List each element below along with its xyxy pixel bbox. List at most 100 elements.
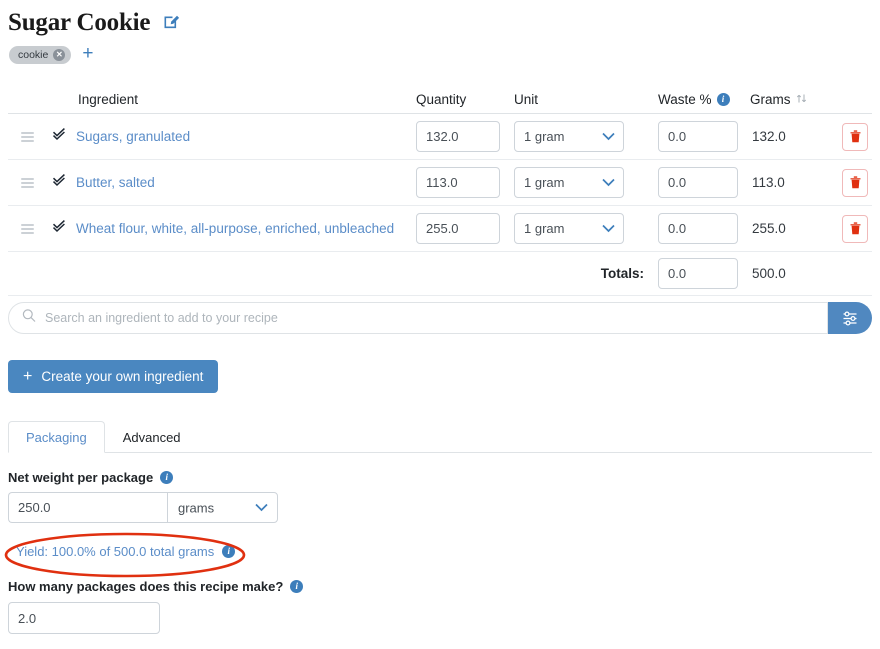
search-box: [8, 302, 828, 334]
drag-handle-icon[interactable]: [20, 131, 34, 142]
tag-row: cookie ✕ +: [9, 44, 93, 65]
search-filter-button[interactable]: [828, 302, 872, 334]
delete-cell: [826, 122, 872, 151]
totals-label: Totals:: [600, 266, 644, 281]
grams-value: 255.0: [752, 221, 786, 236]
trash-icon: [850, 130, 860, 143]
verified-cell: [46, 219, 72, 239]
totals-grams-value: 500.0: [752, 266, 786, 281]
packaging-panel: Net weight per package i grams Yield: 10…: [8, 470, 872, 634]
table-row: Butter, salted 113.0: [8, 160, 872, 206]
verified-cell: [46, 127, 72, 147]
plus-icon: +: [23, 367, 33, 385]
quantity-cell: [416, 121, 500, 152]
sort-updown-icon[interactable]: [796, 92, 807, 107]
close-icon[interactable]: ✕: [53, 48, 66, 61]
grams-value: 132.0: [752, 129, 786, 144]
table-row: Wheat flour, white, all-purpose, enriche…: [8, 206, 872, 252]
net-weight-group: grams: [8, 492, 278, 523]
packages-label-row: How many packages does this recipe make?…: [8, 579, 872, 594]
column-header-quantity: Quantity: [416, 92, 467, 107]
add-tag-button[interactable]: +: [82, 44, 93, 63]
tag-label: cookie: [18, 48, 49, 61]
recipe-editor-page: Sugar Cookie cookie ✕ + Ingredient Quant…: [0, 0, 880, 649]
unit-cell: [514, 121, 624, 152]
waste-cell: [658, 213, 738, 244]
create-ingredient-button[interactable]: + Create your own ingredient: [8, 360, 219, 393]
yield-line: Yield: 100.0% of 500.0 total grams i: [16, 544, 872, 559]
drag-handle-icon[interactable]: [20, 177, 34, 188]
quantity-input[interactable]: [416, 213, 500, 244]
waste-cell: [658, 121, 738, 152]
delete-cell: [826, 168, 872, 197]
waste-cell: [658, 167, 738, 198]
title-row: Sugar Cookie: [8, 10, 181, 35]
trash-icon: [850, 176, 860, 189]
delete-row-button[interactable]: [842, 168, 868, 197]
tag-chip-cookie[interactable]: cookie ✕: [9, 45, 72, 64]
packages-count-input[interactable]: [8, 602, 160, 634]
double-check-icon: [52, 219, 67, 239]
ingredient-name-cell: Butter, salted: [72, 174, 416, 192]
unit-select[interactable]: [514, 121, 624, 152]
delete-row-button[interactable]: [842, 122, 868, 151]
tab-advanced[interactable]: Advanced: [105, 421, 199, 453]
verified-cell: [46, 173, 72, 193]
chevron-down-icon: [255, 499, 268, 517]
quantity-cell: [416, 167, 500, 198]
table-header-row: Ingredient Quantity Unit Waste % i Grams: [8, 86, 872, 114]
totals-row: Totals: 500.0: [8, 252, 872, 296]
unit-select-value[interactable]: [514, 167, 624, 198]
info-icon[interactable]: i: [716, 93, 730, 106]
net-weight-input[interactable]: [8, 492, 167, 523]
double-check-icon: [52, 127, 67, 147]
column-header-grams[interactable]: Grams: [750, 92, 826, 107]
totals-waste-cell: [658, 258, 738, 289]
page-title: Sugar Cookie: [8, 9, 151, 36]
totals-waste-input[interactable]: [658, 258, 738, 289]
net-weight-label-row: Net weight per package i: [8, 470, 872, 485]
ingredient-link[interactable]: Wheat flour, white, all-purpose, enriche…: [76, 221, 394, 236]
unit-select[interactable]: [514, 213, 624, 244]
double-check-icon: [52, 173, 67, 193]
unit-cell: [514, 213, 624, 244]
drag-handle-cell[interactable]: [8, 223, 46, 234]
quantity-cell: [416, 213, 500, 244]
column-header-waste: Waste % i: [658, 92, 738, 107]
waste-input[interactable]: [658, 213, 738, 244]
pencil-square-icon[interactable]: [162, 11, 181, 35]
net-weight-unit-value: grams: [178, 500, 215, 515]
column-header-grams-label: Grams: [750, 92, 791, 107]
ingredient-link[interactable]: Sugars, granulated: [76, 129, 190, 144]
sliders-icon: [843, 310, 856, 326]
table-row: Sugars, granulated 132.0: [8, 114, 872, 160]
unit-select-value[interactable]: [514, 121, 624, 152]
net-weight-unit-select[interactable]: grams: [167, 492, 278, 523]
drag-handle-cell[interactable]: [8, 131, 46, 142]
ingredient-table: Ingredient Quantity Unit Waste % i Grams: [8, 86, 872, 296]
search-input[interactable]: [9, 303, 827, 333]
packages-label: How many packages does this recipe make?: [8, 579, 284, 594]
yield-text: Yield: 100.0% of 500.0 total grams: [16, 544, 215, 559]
delete-cell: [826, 214, 872, 243]
unit-select[interactable]: [514, 167, 624, 198]
info-icon[interactable]: i: [160, 471, 174, 484]
net-weight-label: Net weight per package: [8, 470, 154, 485]
info-icon[interactable]: i: [222, 545, 236, 558]
waste-input[interactable]: [658, 121, 738, 152]
quantity-input[interactable]: [416, 167, 500, 198]
unit-cell: [514, 167, 624, 198]
tab-packaging[interactable]: Packaging: [8, 421, 105, 453]
info-icon[interactable]: i: [290, 580, 304, 593]
column-header-waste-label: Waste %: [658, 92, 712, 107]
ingredient-link[interactable]: Butter, salted: [76, 175, 155, 190]
quantity-input[interactable]: [416, 121, 500, 152]
column-header-ingredient: Ingredient: [78, 92, 139, 107]
ingredient-search-bar: [8, 302, 872, 334]
drag-handle-cell[interactable]: [8, 177, 46, 188]
ingredient-name-cell: Sugars, granulated: [72, 128, 416, 146]
waste-input[interactable]: [658, 167, 738, 198]
drag-handle-icon[interactable]: [20, 223, 34, 234]
delete-row-button[interactable]: [842, 214, 868, 243]
unit-select-value[interactable]: [514, 213, 624, 244]
